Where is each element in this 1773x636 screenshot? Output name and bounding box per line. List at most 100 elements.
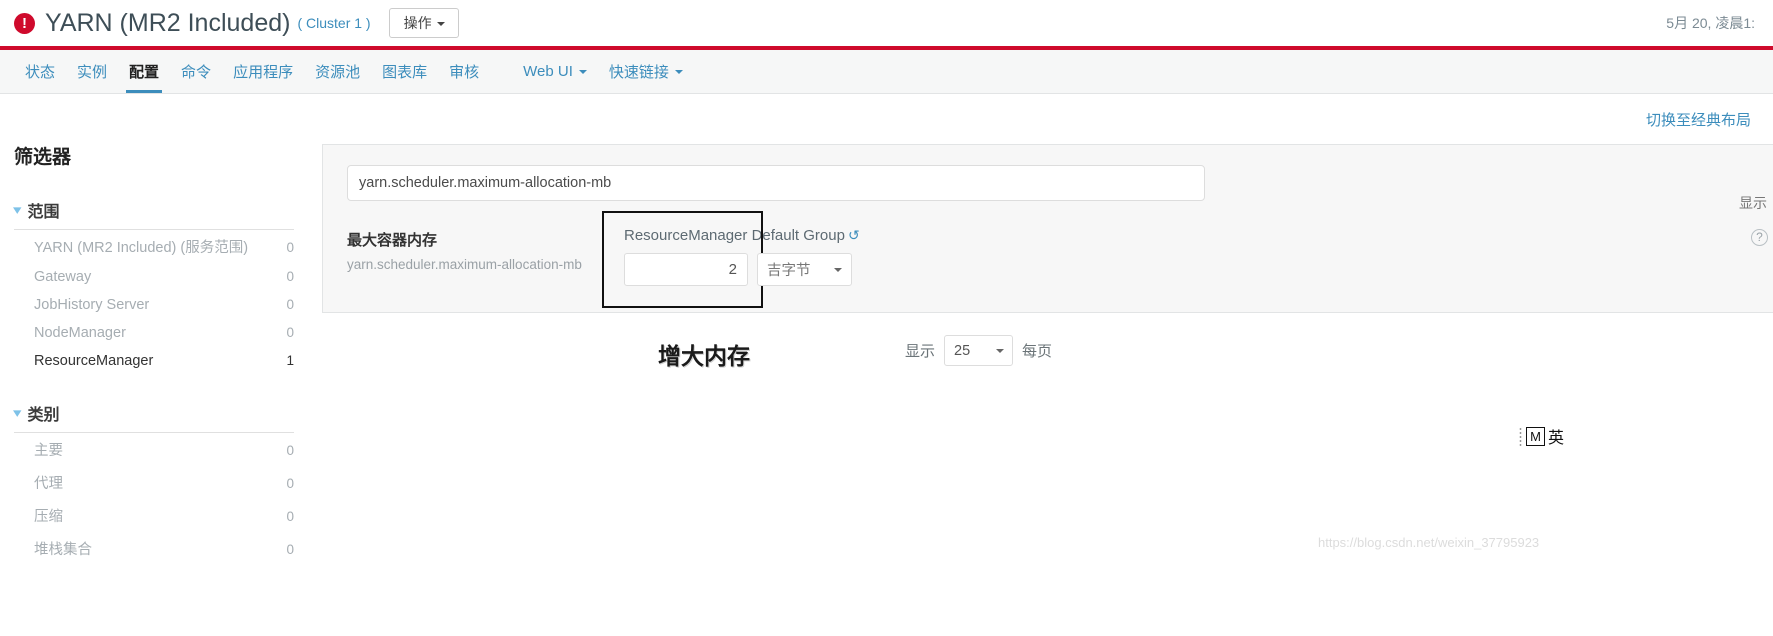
sidebar-item-proxy[interactable]: 代理 0	[14, 466, 294, 499]
tab-label: 实例	[77, 64, 108, 81]
facet-row-label: ResourceManager	[34, 353, 154, 369]
facet-row-count: 0	[286, 542, 294, 557]
ime-indicator[interactable]: M 英	[1519, 424, 1564, 448]
pagination-suffix-label: 每页	[1022, 343, 1053, 360]
property-group-label: ResourceManager Default Group ↺	[624, 227, 860, 244]
actions-dropdown-button[interactable]: 操作	[388, 8, 459, 38]
search-row	[323, 145, 1773, 211]
sidebar-item-yarn-service-scope[interactable]: YARN (MR2 Included) (服务范围) 0	[14, 230, 294, 263]
chevron-down-icon	[996, 348, 1005, 353]
facet-row-count: 0	[286, 240, 294, 255]
facet-scope-title: 范围	[27, 204, 60, 221]
tab-charts-library[interactable]: 图表库	[371, 50, 438, 93]
sidebar-item-gateway[interactable]: Gateway 0	[14, 263, 294, 291]
chevron-down-icon	[674, 69, 683, 74]
facet-row-count: 1	[286, 353, 294, 368]
tab-instances[interactable]: 实例	[66, 50, 118, 93]
property-key-name: yarn.scheduler.maximum-allocation-mb	[347, 257, 582, 272]
facet-row-count: 0	[286, 325, 294, 340]
page-size-value: 25	[954, 342, 971, 359]
alert-exclamation-icon[interactable]: !	[14, 12, 35, 34]
facet-row-label: 主要	[34, 443, 63, 459]
facet-row-label: 堆栈集合	[34, 542, 92, 558]
facet-row-label: Gateway	[34, 269, 92, 285]
tab-audits[interactable]: 审核	[438, 50, 490, 93]
facet-category-header[interactable]: ▾ 类别	[13, 401, 294, 433]
property-display-name: 最大容器内存	[347, 232, 438, 249]
reset-to-default-icon[interactable]: ↺	[848, 227, 860, 243]
facet-row-label: JobHistory Server	[34, 297, 150, 313]
facet-row-count: 0	[286, 476, 294, 491]
tab-label: 审核	[449, 64, 480, 81]
pagination-prefix-label: 显示	[905, 343, 936, 360]
config-property-row: 最大容器内存 yarn.scheduler.maximum-allocation…	[323, 211, 1773, 312]
property-unit-label: 吉字节	[767, 263, 811, 279]
facet-row-label: NodeManager	[34, 325, 126, 341]
property-unit-select[interactable]: 吉字节	[757, 253, 852, 286]
tab-label: 资源池	[315, 64, 361, 81]
chevron-down-icon	[578, 69, 587, 74]
tab-label: 应用程序	[233, 64, 294, 81]
page-size-select[interactable]: 25	[944, 335, 1014, 366]
ime-language-label: 英	[1548, 430, 1565, 447]
property-label-column: 最大容器内存 yarn.scheduler.maximum-allocation…	[347, 227, 602, 272]
show-all-label[interactable]: 显示	[1739, 193, 1767, 213]
tab-configuration[interactable]: 配置	[118, 50, 170, 93]
config-panel: 显示 ? 最大容器内存 yarn.scheduler.maximum-alloc…	[322, 144, 1773, 313]
tab-label: 命令	[181, 64, 212, 81]
drag-handle-icon[interactable]	[1519, 426, 1522, 446]
tab-label: 图表库	[382, 64, 428, 81]
property-value-column: ResourceManager Default Group↺ 吉字节	[602, 211, 860, 308]
nav-dropdown-label: 快速链接	[608, 64, 669, 81]
tab-label: 配置	[129, 64, 160, 81]
tab-resource-pools[interactable]: 资源池	[304, 50, 371, 93]
tab-status[interactable]: 状态	[14, 50, 66, 93]
ime-mode-icon[interactable]: M	[1526, 426, 1545, 446]
filters-sidebar: 筛选器 ▾ 范围 YARN (MR2 Included) (服务范围) 0 Ga…	[0, 94, 322, 583]
sidebar-item-main[interactable]: 主要 0	[14, 433, 294, 466]
facet-row-count: 0	[286, 509, 294, 524]
cluster-link[interactable]: ( Cluster 1 )	[297, 15, 370, 31]
chevron-down-icon: ▾	[13, 405, 22, 420]
facet-scope: ▾ 范围 YARN (MR2 Included) (服务范围) 0 Gatewa…	[13, 198, 294, 375]
page-title: YARN (MR2 Included)	[45, 8, 291, 37]
nav-dropdown-label: Web UI	[523, 63, 573, 80]
chevron-down-icon: ▾	[13, 202, 22, 217]
annotation-text: 增大内存	[658, 344, 750, 369]
watermark: https://blog.csdn.net/weixin_37795923	[1318, 535, 1540, 550]
chevron-down-icon	[834, 267, 842, 272]
actions-dropdown-label: 操作	[403, 15, 432, 31]
filters-heading: 筛选器	[14, 147, 72, 168]
page-header: ! YARN (MR2 Included) ( Cluster 1 ) 操作 5…	[0, 0, 1773, 46]
sidebar-item-stacks-collection[interactable]: 堆栈集合 0	[14, 532, 294, 565]
header-timestamp: 5月 20, 凌晨1:	[1666, 15, 1755, 31]
search-input[interactable]	[347, 165, 1205, 201]
page-root: ! YARN (MR2 Included) ( Cluster 1 ) 操作 5…	[0, 0, 1773, 636]
tab-applications[interactable]: 应用程序	[222, 50, 304, 93]
below-panel-row: 增大内存 显示 25 每页	[322, 327, 1773, 387]
sidebar-item-jobhistory-server[interactable]: JobHistory Server 0	[14, 291, 294, 319]
nav-web-ui-dropdown[interactable]: Web UI	[512, 50, 598, 93]
tab-commands[interactable]: 命令	[170, 50, 222, 93]
property-group-name: ResourceManager Default Group	[624, 227, 845, 244]
property-value-line: 吉字节	[624, 253, 860, 286]
facet-row-count: 0	[286, 443, 294, 458]
property-value-input[interactable]	[624, 253, 748, 286]
facet-row-label: 压缩	[34, 509, 63, 525]
facet-category-title: 类别	[27, 407, 60, 424]
config-main: 显示 ? 最大容器内存 yarn.scheduler.maximum-alloc…	[322, 94, 1773, 583]
pagination-control: 显示 25 每页	[905, 335, 1052, 366]
nav-quick-links-dropdown[interactable]: 快速链接	[598, 50, 694, 93]
facet-row-label: 代理	[34, 476, 63, 492]
content-area: 切换至经典布局 筛选器 ▾ 范围 YARN (MR2 Included) (服务…	[0, 94, 1773, 583]
facet-row-count: 0	[286, 269, 294, 284]
facet-scope-header[interactable]: ▾ 范围	[13, 198, 294, 230]
sidebar-item-resourcemanager[interactable]: ResourceManager 1	[14, 347, 294, 375]
facet-category: ▾ 类别 主要 0 代理 0 压缩 0 堆栈集合 0	[13, 401, 294, 565]
facet-row-label: YARN (MR2 Included) (服务范围)	[34, 240, 249, 256]
facet-row-count: 0	[286, 297, 294, 312]
sidebar-item-nodemanager[interactable]: NodeManager 0	[14, 319, 294, 347]
chevron-down-icon	[436, 22, 445, 27]
sidebar-item-compression[interactable]: 压缩 0	[14, 499, 294, 532]
